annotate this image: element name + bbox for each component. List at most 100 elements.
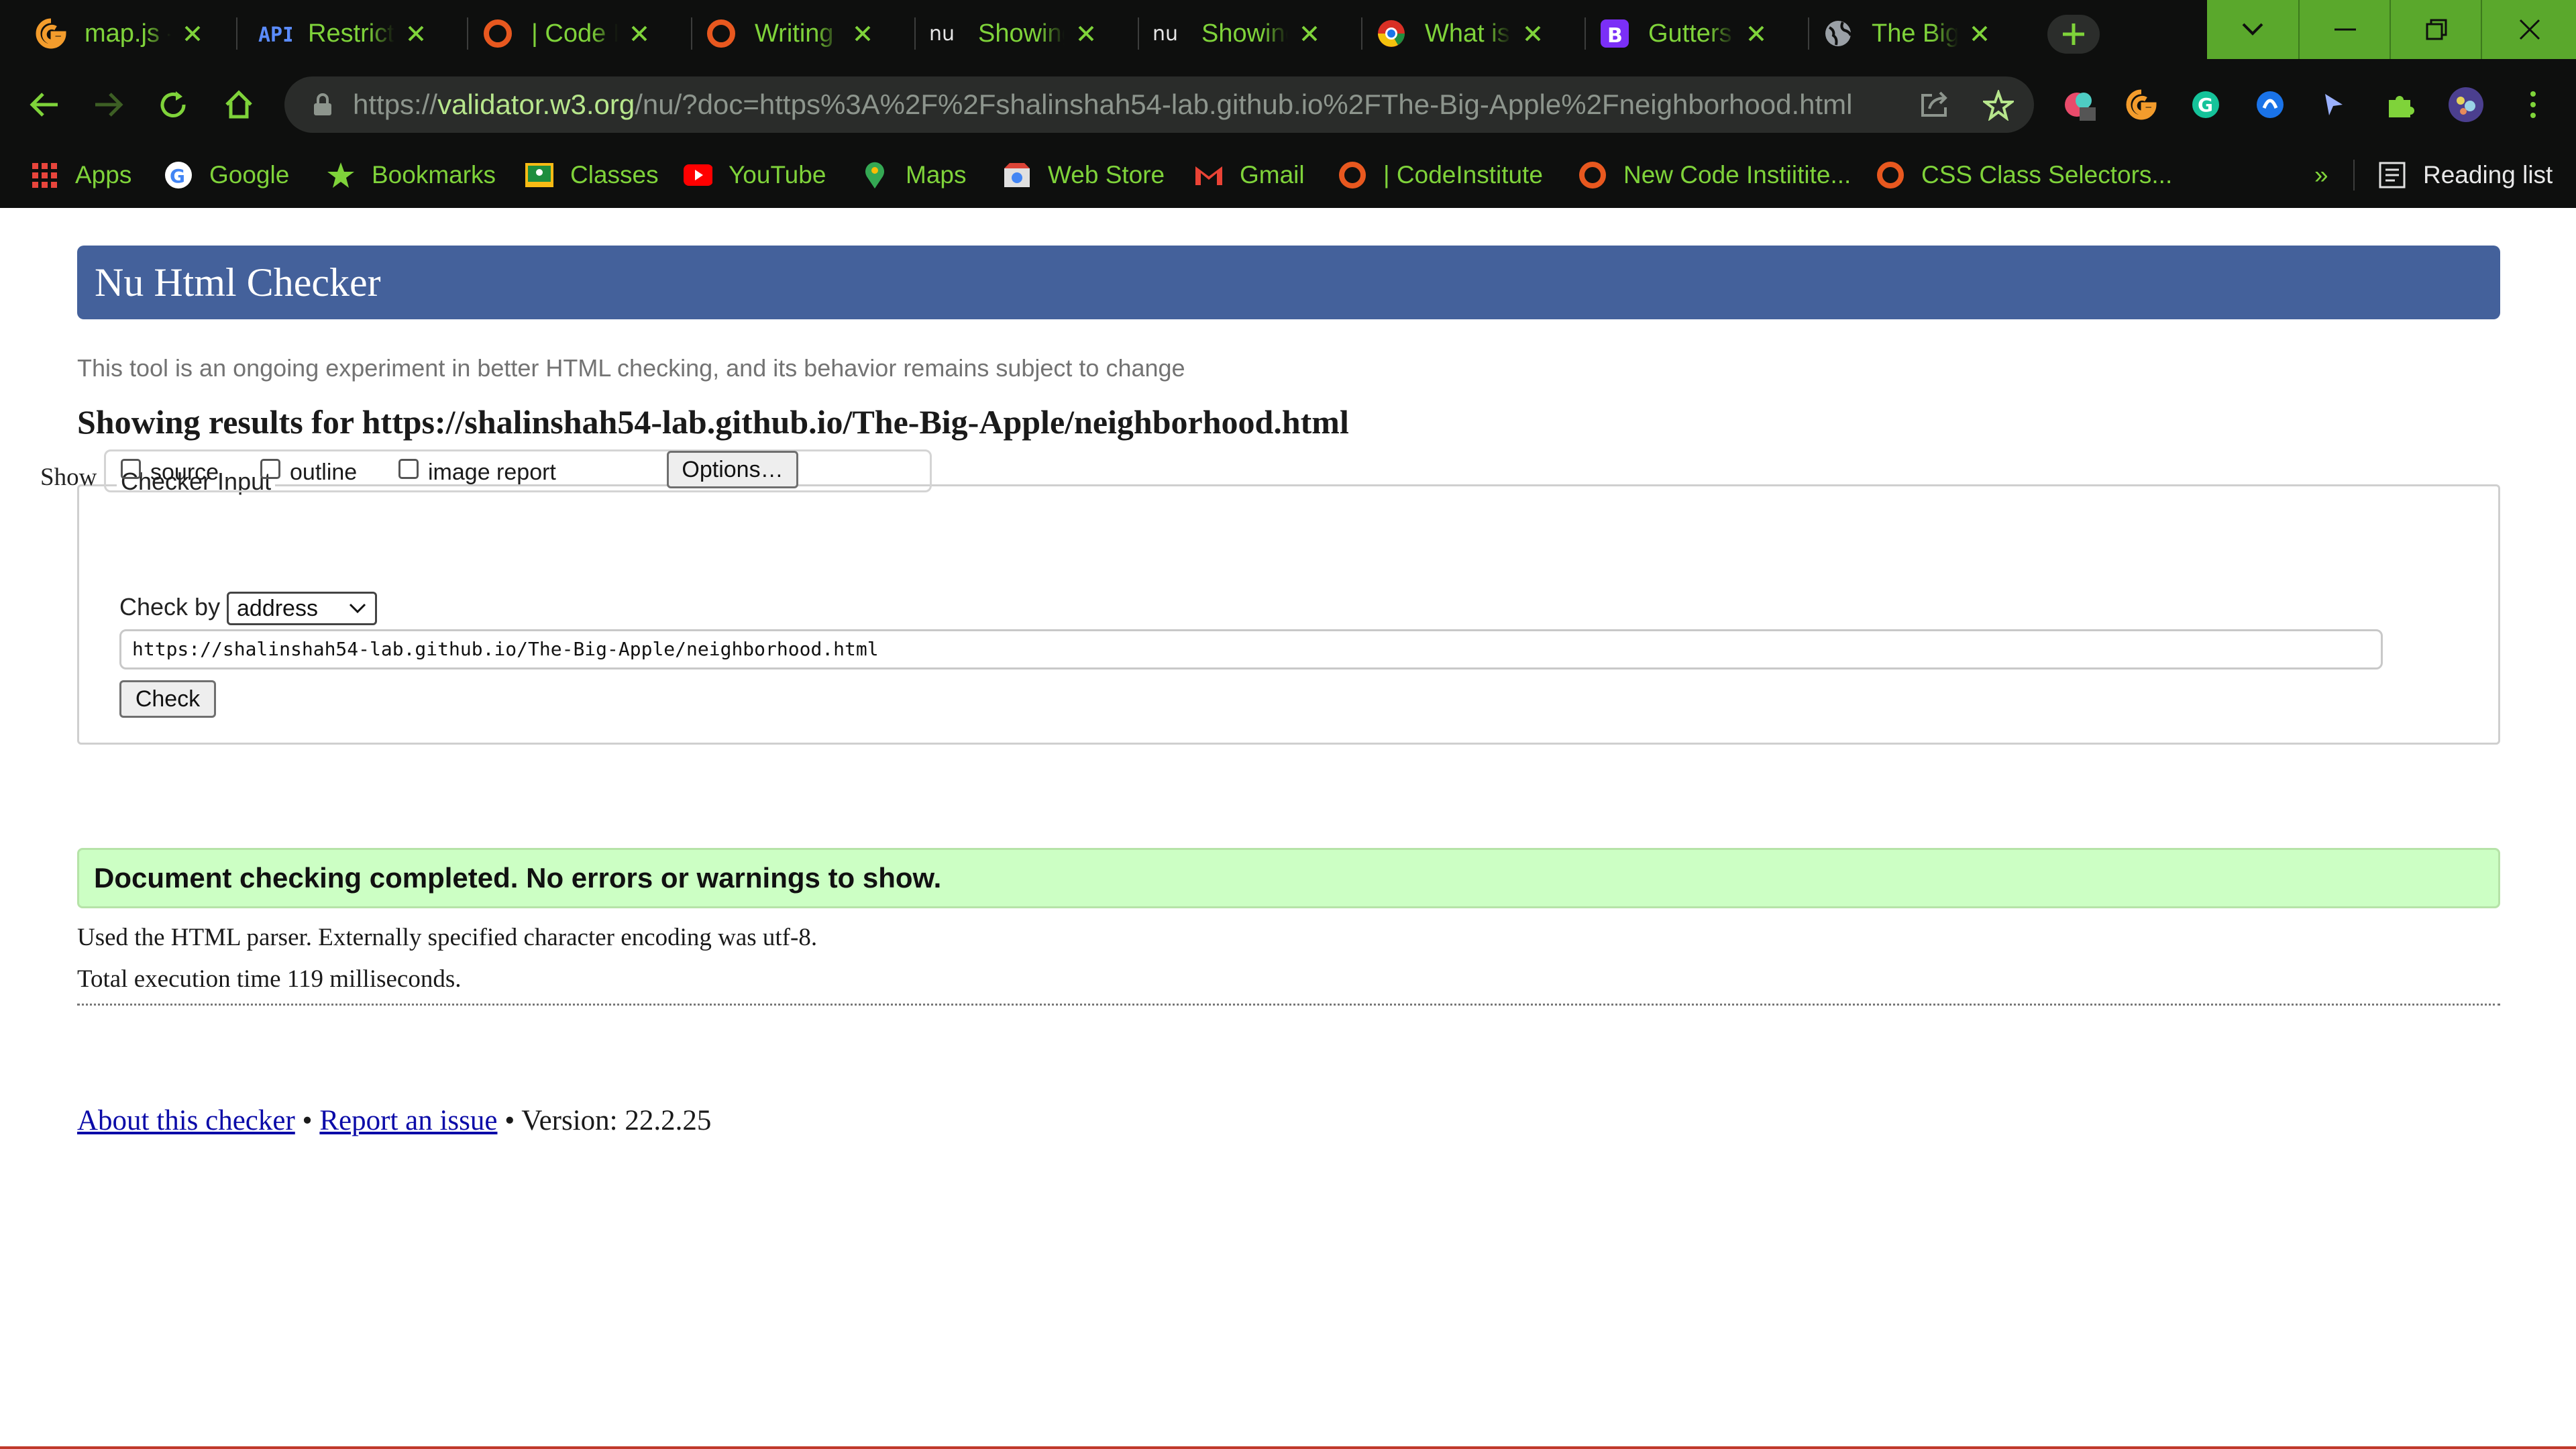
bookmarks-divider xyxy=(2353,160,2355,191)
more-menu-button[interactable] xyxy=(2514,86,2552,123)
tab-writing[interactable]: Writing y xyxy=(670,0,894,67)
show-options-group: source outline image report xyxy=(104,449,932,492)
reading-list-button[interactable]: Reading list xyxy=(2377,142,2553,208)
tab-title: What is t xyxy=(1425,19,1511,48)
webstore-icon xyxy=(1002,160,1032,190)
window-bottom-edge xyxy=(0,1446,2576,1449)
tab-code-institute[interactable]: | Code Ir xyxy=(447,0,670,67)
home-icon xyxy=(225,90,252,119)
close-icon[interactable] xyxy=(178,19,207,48)
source-checkbox[interactable]: source xyxy=(121,458,219,486)
bookmark-label: Bookmarks xyxy=(372,161,496,189)
bookmark-web-store[interactable]: Web Store xyxy=(1002,142,1165,208)
lock-icon xyxy=(314,93,331,115)
avatar[interactable] xyxy=(2447,86,2485,123)
url-input[interactable]: https://shalinshah54-lab.github.io/The-B… xyxy=(119,629,2383,669)
close-icon[interactable] xyxy=(401,19,431,48)
restore-button[interactable] xyxy=(2390,0,2482,59)
star-icon[interactable] xyxy=(1983,90,2014,121)
check-by-select[interactable]: address xyxy=(227,592,377,625)
checkbox-box[interactable] xyxy=(398,458,419,479)
tab-showing-1[interactable]: nu Showing xyxy=(894,0,1117,67)
checkbox-box[interactable] xyxy=(260,458,280,479)
reload-button[interactable] xyxy=(153,85,193,125)
options-button[interactable]: Options… xyxy=(667,451,798,488)
address-bar[interactable]: https://validator.w3.org/nu/?doc=https%3… xyxy=(284,76,2034,133)
forward-button[interactable] xyxy=(89,85,129,125)
footer-bullet: • xyxy=(504,1105,515,1136)
arrow-left-icon xyxy=(30,93,58,117)
bookmark-css-class-selectors[interactable]: CSS Class Selectors... xyxy=(1876,142,2172,208)
bookmark-apps[interactable]: Apps xyxy=(30,142,131,208)
g-logo-icon[interactable] xyxy=(2123,86,2160,123)
svg-text:nu: nu xyxy=(1152,22,1178,46)
tab-the-big-apple[interactable]: The Big A xyxy=(1787,0,2010,67)
kebab-menu-icon xyxy=(2530,91,2536,118)
puzzle-icon[interactable] xyxy=(2381,86,2419,123)
bookmark-new-code-institute[interactable]: New Code Instiitite... xyxy=(1578,142,1851,208)
grammarly-icon[interactable]: G xyxy=(2187,86,2224,123)
bookmark-youtube[interactable]: YouTube xyxy=(683,142,826,208)
codeinstitute-icon xyxy=(480,16,515,51)
new-tab-button[interactable] xyxy=(2047,15,2100,54)
minimize-icon xyxy=(2334,28,2356,31)
close-icon xyxy=(2519,19,2540,40)
reading-list-icon xyxy=(2377,160,2407,190)
bookmark-classes[interactable]: Classes xyxy=(525,142,659,208)
bookmark-gmail[interactable]: Gmail xyxy=(1194,142,1305,208)
tab-restrict-api[interactable]: API Restrict a xyxy=(223,0,447,67)
tab-what-is[interactable]: What is t xyxy=(1340,0,1564,67)
close-window-button[interactable] xyxy=(2481,0,2576,59)
bookmark-label: Gmail xyxy=(1240,161,1305,189)
home-button[interactable] xyxy=(219,85,259,125)
close-icon[interactable] xyxy=(1965,19,1994,48)
image-report-checkbox[interactable]: image report xyxy=(398,458,556,486)
globe-icon xyxy=(1821,16,1856,51)
report-issue-link[interactable]: Report an issue xyxy=(319,1105,497,1136)
close-icon[interactable] xyxy=(1295,19,1324,48)
tab-title: The Big A xyxy=(1872,19,1958,48)
about-checker-link[interactable]: About this checker xyxy=(77,1105,295,1136)
bookmark-label: | CodeInstitute xyxy=(1383,161,1543,189)
minimize-button[interactable] xyxy=(2298,0,2391,59)
color-picker-extension-icon[interactable] xyxy=(2061,86,2098,123)
check-button[interactable]: Check xyxy=(119,680,216,718)
bookmark-bookmarks[interactable]: Bookmarks xyxy=(326,142,496,208)
share-icon[interactable] xyxy=(1919,90,1951,119)
nu-icon: nu xyxy=(1150,16,1185,51)
tab-search-button[interactable] xyxy=(2207,0,2298,59)
api-icon: API xyxy=(257,16,292,51)
checkbox-box[interactable] xyxy=(121,458,141,479)
bookmark-codeinstitute[interactable]: | CodeInstitute xyxy=(1338,142,1543,208)
reader-extension-icon[interactable] xyxy=(2251,86,2289,123)
bookmarks-overflow-button[interactable]: » xyxy=(2314,142,2328,208)
success-message: Document checking completed. No errors o… xyxy=(77,848,2500,908)
divider xyxy=(77,1004,2500,1006)
cursor-extension-icon[interactable] xyxy=(2314,86,2352,123)
codeinstitute-icon xyxy=(704,16,739,51)
svg-text:G: G xyxy=(2198,94,2213,116)
svg-text:B: B xyxy=(1607,24,1623,48)
bookmark-google[interactable]: G Google xyxy=(164,142,289,208)
browser-chrome: map.js - API Restrict a | Code Ir xyxy=(0,0,2576,208)
bookmark-label: Google xyxy=(209,161,290,189)
youtube-icon xyxy=(683,160,712,190)
codeinstitute-icon xyxy=(1338,160,1367,190)
tab-title: Gutters xyxy=(1648,19,1732,48)
bookmark-label: CSS Class Selectors... xyxy=(1921,161,2173,189)
bookmark-maps[interactable]: Maps xyxy=(860,142,966,208)
close-icon[interactable] xyxy=(848,19,877,48)
close-icon[interactable] xyxy=(625,19,654,48)
tab-showing-2[interactable]: nu Showing xyxy=(1117,0,1340,67)
classroom-icon xyxy=(525,160,554,190)
close-icon[interactable] xyxy=(1741,19,1771,48)
close-icon[interactable] xyxy=(1071,19,1101,48)
checkbox-label: outline xyxy=(290,460,358,485)
outline-checkbox[interactable]: outline xyxy=(260,458,358,486)
close-icon[interactable] xyxy=(1518,19,1548,48)
tab-map-js[interactable]: map.js - xyxy=(0,0,223,67)
tab-strip: map.js - API Restrict a | Code Ir xyxy=(0,0,2576,67)
back-button[interactable] xyxy=(24,85,64,125)
tab-gutters[interactable]: B Gutters xyxy=(1564,0,1787,67)
arrow-right-icon xyxy=(95,93,123,117)
